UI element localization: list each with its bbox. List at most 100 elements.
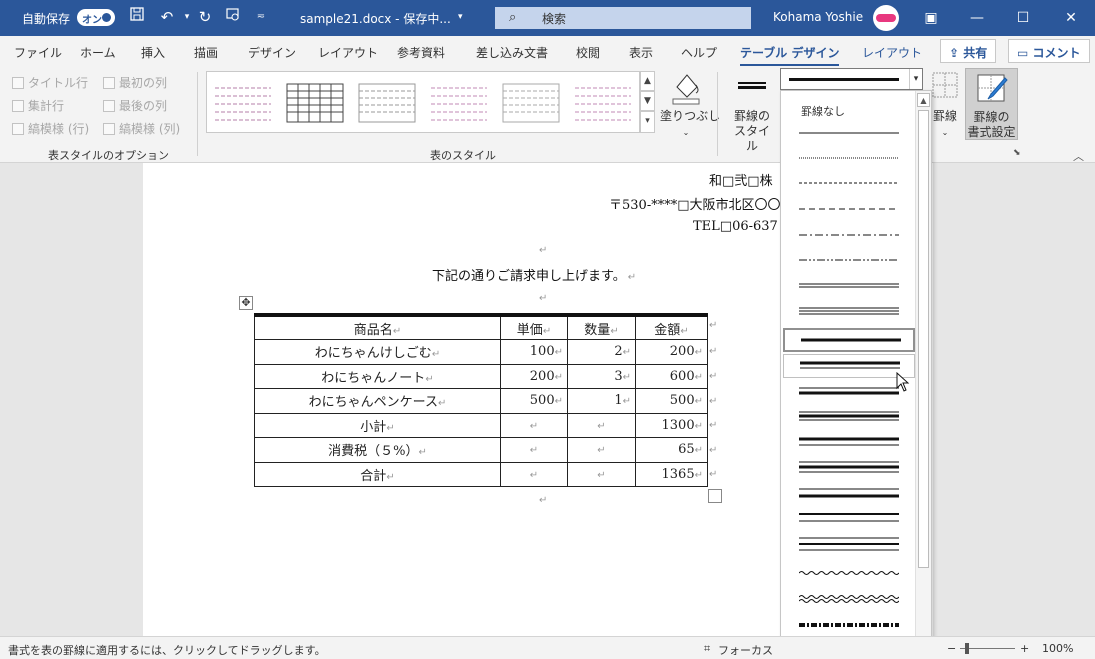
customize-qat-icon[interactable]: ≂ <box>250 6 272 28</box>
line-style-option[interactable] <box>783 404 915 428</box>
table-cell[interactable]: 小計↵ <box>254 412 501 438</box>
table-cell[interactable]: ↵ <box>567 437 636 463</box>
tab-draw[interactable]: 描画 <box>194 44 218 61</box>
zoom-out-button[interactable]: − <box>947 642 956 655</box>
table-cell[interactable]: ↵ <box>500 412 568 438</box>
scroll-up-arrow-icon[interactable]: ▲ <box>917 93 930 107</box>
table-cell[interactable]: 200↵ <box>635 339 708 365</box>
table-cell[interactable]: 1↵ <box>567 388 636 414</box>
table-cell[interactable]: ↵ <box>567 461 636 487</box>
gallery-more[interactable]: ▾ <box>640 111 655 133</box>
tab-mailings[interactable]: 差し込み文書 <box>476 44 548 61</box>
line-style-option[interactable] <box>783 506 915 530</box>
tab-references[interactable]: 参考資料 <box>397 44 445 61</box>
line-style-option-selected[interactable] <box>783 328 915 352</box>
line-style-select[interactable]: ▾ <box>780 68 923 90</box>
share-button[interactable]: ⇪ 共有 <box>940 39 997 63</box>
maximize-button[interactable]: ☐ <box>1000 6 1046 30</box>
tab-review[interactable]: 校閲 <box>576 44 600 61</box>
checkbox-banded-rows[interactable]: 縞模様 (行) <box>12 120 89 137</box>
table-cell[interactable]: 600↵ <box>635 363 708 389</box>
table-cell[interactable]: わにちゃんけしごむ↵ <box>254 339 501 365</box>
table-cell[interactable]: 2↵ <box>567 339 636 365</box>
table-move-handle-icon[interactable]: ✥ <box>239 296 253 310</box>
table-style-thumb[interactable] <box>573 80 633 126</box>
scrollbar-thumb[interactable] <box>918 110 929 568</box>
table-cell[interactable]: 500↵ <box>635 388 708 414</box>
checkbox-first-column[interactable]: 最初の列 <box>103 74 167 91</box>
search-box[interactable]: ⌕ 検索 <box>495 7 751 29</box>
avatar[interactable] <box>873 5 899 31</box>
table-cell[interactable]: 65↵ <box>635 437 708 463</box>
tab-view[interactable]: 表示 <box>629 44 653 61</box>
tab-design[interactable]: デザイン <box>248 44 296 61</box>
table-cell[interactable]: 消費税（５%）↵ <box>254 437 501 463</box>
tab-table-design[interactable]: テーブル デザイン <box>740 44 840 67</box>
line-style-option[interactable] <box>783 430 915 454</box>
collapse-ribbon-icon[interactable]: ︿ <box>1073 148 1084 164</box>
checkbox-header-row[interactable]: タイトル行 <box>12 74 88 91</box>
zoom-in-button[interactable]: + <box>1020 642 1029 655</box>
save-icon[interactable] <box>126 6 148 28</box>
table-cell[interactable]: 1300↵ <box>635 412 708 438</box>
ribbon-display-icon[interactable]: ▣ <box>908 6 954 30</box>
undo-icon[interactable]: ↶ <box>156 6 178 28</box>
table-style-thumb[interactable] <box>285 80 345 126</box>
table-style-thumb[interactable] <box>213 80 273 126</box>
table-cell[interactable]: ↵ <box>567 412 636 438</box>
checkbox-last-column[interactable]: 最後の列 <box>103 97 167 114</box>
line-style-option[interactable] <box>783 274 915 298</box>
table-cell[interactable]: 単価↵ <box>500 313 568 340</box>
autosave-toggle[interactable]: オン <box>77 9 115 26</box>
gallery-scroll-down[interactable]: ▼ <box>640 91 655 111</box>
table-resize-handle[interactable] <box>708 489 722 503</box>
line-style-option[interactable] <box>783 561 915 585</box>
user-name[interactable]: Kohama Yoshie <box>773 10 863 24</box>
line-style-option[interactable] <box>783 613 915 637</box>
tab-help[interactable]: ヘルプ <box>681 44 717 61</box>
table-cell[interactable]: 1365↵ <box>635 461 708 487</box>
table-style-thumb[interactable] <box>429 80 489 126</box>
checkbox-total-row[interactable]: 集計行 <box>12 97 64 114</box>
touch-mode-icon[interactable] <box>222 6 244 28</box>
focus-label[interactable]: フォーカス <box>718 642 773 658</box>
border-painter-button[interactable]: 罫線の 書式設定 <box>965 68 1018 140</box>
line-style-option[interactable] <box>783 299 915 323</box>
dropdown-scrollbar[interactable]: ▲ ▼ <box>915 91 931 658</box>
close-button[interactable]: ✕ <box>1048 6 1094 30</box>
invoice-table[interactable]: 商品名↵ 単価↵ 数量↵ 金額↵ わにちゃんけしごむ↵ 100↵ 2↵ 200↵… <box>254 313 708 487</box>
tab-insert[interactable]: 挿入 <box>141 44 165 61</box>
document-title[interactable]: sample21.docx - 保存中... <box>300 10 451 27</box>
minimize-button[interactable]: — <box>954 6 1000 30</box>
tab-file[interactable]: ファイル <box>14 44 62 61</box>
table-style-thumb[interactable] <box>501 80 561 126</box>
line-style-option[interactable] <box>783 146 915 170</box>
checkbox-banded-columns[interactable]: 縞模様 (列) <box>103 120 180 137</box>
table-cell[interactable]: 商品名↵ <box>254 313 501 340</box>
table-cell[interactable]: 3↵ <box>567 363 636 389</box>
focus-icon[interactable]: ⌗ <box>704 642 710 656</box>
line-style-option[interactable] <box>783 223 915 247</box>
table-cell[interactable]: 200↵ <box>500 363 568 389</box>
table-cell[interactable]: 合計↵ <box>254 461 501 487</box>
title-dropdown-icon[interactable]: ▾ <box>458 12 463 22</box>
comment-button[interactable]: ▭ コメント <box>1008 39 1090 63</box>
zoom-level[interactable]: 100% <box>1042 642 1073 655</box>
table-cell[interactable]: 金額↵ <box>635 313 708 340</box>
line-style-option[interactable] <box>783 171 915 195</box>
border-styles-button[interactable]: 罫線の スタイル <box>726 69 778 154</box>
zoom-slider[interactable] <box>960 643 1015 654</box>
borders-button[interactable]: 罫線 ⌄ <box>929 69 961 140</box>
table-style-thumb[interactable] <box>357 80 417 126</box>
table-cell[interactable]: 500↵ <box>500 388 568 414</box>
table-cell[interactable]: ↵ <box>500 437 568 463</box>
line-style-option[interactable] <box>783 532 915 556</box>
line-style-option[interactable] <box>783 197 915 221</box>
line-style-option[interactable] <box>783 248 915 272</box>
line-style-none[interactable]: 罫線なし <box>783 95 915 121</box>
line-style-option[interactable] <box>783 455 915 479</box>
gallery-scroll-up[interactable]: ▲ <box>640 71 655 91</box>
line-style-option[interactable] <box>783 587 915 611</box>
table-cell[interactable]: 100↵ <box>500 339 568 365</box>
table-cell[interactable]: わにちゃんノート↵ <box>254 363 501 389</box>
